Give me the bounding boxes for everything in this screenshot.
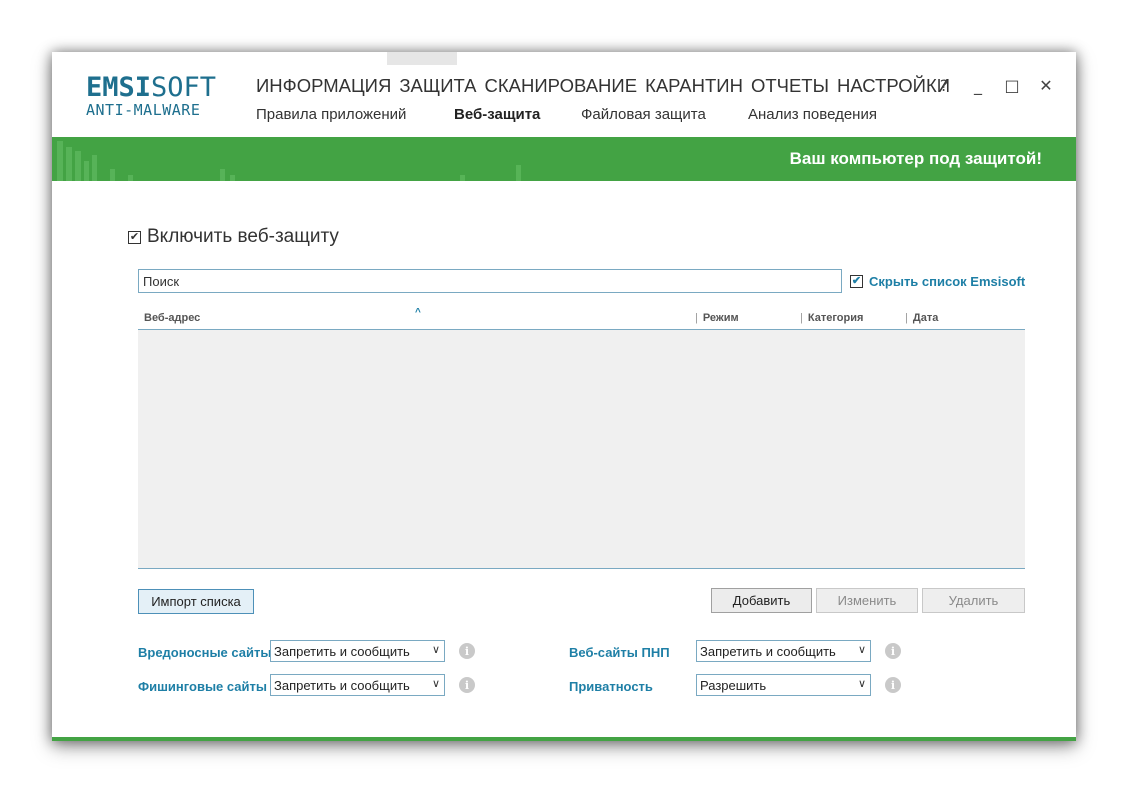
activity-bars-graphic <box>57 141 521 181</box>
column-header-date-label: Дата <box>912 312 939 324</box>
checkmark-icon[interactable]: ✔ <box>850 275 863 288</box>
logo-brand-bold: EMSI <box>86 72 152 103</box>
close-icon[interactable]: ✕ <box>1038 76 1054 95</box>
menu-item-settings[interactable]: НАСТРОЙКИ <box>837 75 950 97</box>
menu-item-info[interactable]: ИНФОРМАЦИЯ <box>256 75 391 97</box>
window-controls: ? _ □ ✕ <box>936 76 1054 95</box>
logo-brand-light: SOFT <box>151 72 217 103</box>
search-input[interactable] <box>138 269 842 293</box>
privacy-select[interactable]: Разрешить ∨ <box>696 674 871 696</box>
phishing-sites-value: Запретить и сообщить <box>274 677 410 693</box>
sort-up-icon: ^ <box>415 307 421 318</box>
enable-web-protection-row[interactable]: ✔ Включить веб-защиту <box>128 226 339 248</box>
edit-button[interactable]: Изменить <box>816 588 918 613</box>
bottom-accent-line <box>52 737 1076 741</box>
minimize-icon[interactable]: _ <box>970 76 986 95</box>
logo-brand: EMSISOFT <box>86 74 216 101</box>
column-header-category-label: Категория <box>807 312 864 324</box>
tab-app-rules[interactable]: Правила приложений <box>256 106 406 123</box>
phishing-sites-select[interactable]: Запретить и сообщить ∨ <box>270 674 445 696</box>
chevron-down-icon: ∨ <box>431 644 440 656</box>
app-window: EMSISOFT ANTI-MALWARE ИНФОРМАЦИЯ ЗАЩИТА … <box>52 52 1076 741</box>
chevron-down-icon: ∨ <box>857 644 866 656</box>
table-body[interactable] <box>138 330 1025 569</box>
column-header-mode[interactable]: | Режим <box>695 312 739 324</box>
chevron-down-icon: ∨ <box>431 678 440 690</box>
tab-behavior-analysis[interactable]: Анализ поведения <box>748 106 877 123</box>
menu-item-reports[interactable]: ОТЧЕТЫ <box>751 75 829 97</box>
status-bar: Ваш компьютер под защитой! <box>52 137 1076 181</box>
tab-web-protection[interactable]: Веб-защита <box>454 106 540 123</box>
pup-sites-value: Запретить и сообщить <box>700 643 836 659</box>
column-header-mode-label: Режим <box>702 312 739 324</box>
privacy-value: Разрешить <box>700 677 767 693</box>
phishing-sites-label: Фишинговые сайты <box>138 679 267 694</box>
info-icon[interactable]: i <box>885 677 901 693</box>
pup-sites-label: Веб-сайты ПНП <box>569 645 670 660</box>
column-header-category[interactable]: | Категория <box>800 312 863 324</box>
delete-button[interactable]: Удалить <box>922 588 1025 613</box>
malicious-sites-label: Вредоносные сайты <box>138 645 272 660</box>
hide-emsisoft-list-label: Скрыть список Emsisoft <box>869 274 1026 289</box>
menu-item-quarantine[interactable]: КАРАНТИН <box>645 75 743 97</box>
info-icon[interactable]: i <box>885 643 901 659</box>
protection-status-text: Ваш компьютер под защитой! <box>789 149 1042 168</box>
hide-emsisoft-list-toggle[interactable]: ✔ Скрыть список Emsisoft <box>850 274 1025 289</box>
help-icon[interactable]: ? <box>936 76 952 95</box>
add-button[interactable]: Добавить <box>711 588 812 613</box>
import-list-button[interactable]: Импорт списка <box>138 589 254 614</box>
menu-item-scan[interactable]: СКАНИРОВАНИЕ <box>485 75 638 97</box>
column-header-url[interactable]: Веб-адрес <box>144 312 200 324</box>
malicious-sites-select[interactable]: Запретить и сообщить ∨ <box>270 640 445 662</box>
privacy-label: Приватность <box>569 679 653 694</box>
menu-item-protection[interactable]: ЗАЩИТА <box>399 75 476 97</box>
chevron-down-icon: ∨ <box>857 678 866 690</box>
malicious-sites-value: Запретить и сообщить <box>274 643 410 659</box>
enable-web-protection-label: Включить веб-защиту <box>147 226 339 247</box>
main-menu: ИНФОРМАЦИЯ ЗАЩИТА СКАНИРОВАНИЕ КАРАНТИН … <box>256 75 958 97</box>
checkmark-icon[interactable]: ✔ <box>128 230 141 244</box>
info-icon[interactable]: i <box>459 677 475 693</box>
info-icon[interactable]: i <box>459 643 475 659</box>
active-section-marker <box>387 52 457 65</box>
maximize-icon[interactable]: □ <box>1004 76 1020 95</box>
table-header: ^ Веб-адрес | Режим | Категория | Дата <box>138 307 1025 330</box>
pup-sites-select[interactable]: Запретить и сообщить ∨ <box>696 640 871 662</box>
column-header-date[interactable]: | Дата <box>905 312 938 324</box>
logo-product: ANTI-MALWARE <box>86 101 201 119</box>
tab-file-protection[interactable]: Файловая защита <box>581 106 706 123</box>
logo: EMSISOFT ANTI-MALWARE <box>86 74 216 118</box>
